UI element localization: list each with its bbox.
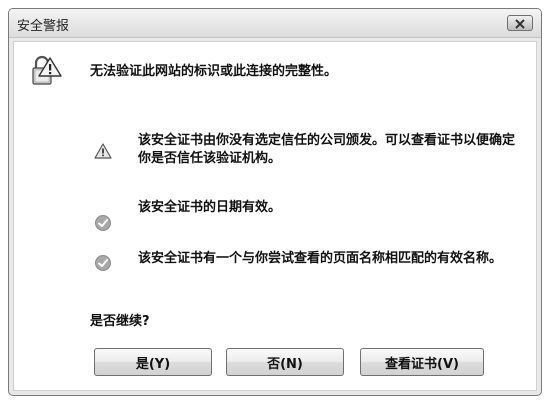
- warning-icon: [94, 142, 112, 160]
- no-button[interactable]: 否(N): [226, 348, 344, 376]
- check-icon: [94, 214, 112, 232]
- window-title: 安全警报: [17, 19, 70, 34]
- yes-button[interactable]: 是(Y): [94, 348, 212, 376]
- view-certificate-button[interactable]: 查看证书(V): [360, 348, 484, 376]
- dialog-content: 无法验证此网站的标识或此连接的完整性。 该安全证书由你没有选定信任的公司颁发。可…: [13, 41, 537, 391]
- untrusted-issuer-message: 该安全证书由你没有选定信任的公司颁发。可以查看证书以便确定你是否信任该验证机构。: [138, 133, 516, 166]
- name-match-message: 该安全证书有一个与你尝试查看的页面名称相匹配的有效名称。: [138, 251, 503, 266]
- close-icon: [514, 14, 526, 33]
- title-bar[interactable]: 安全警报: [9, 9, 541, 38]
- lock-warning-icon: [30, 54, 62, 90]
- continue-question: 是否继续?: [90, 314, 150, 329]
- security-alert-dialog: 安全警报 无法验证此网站的标识或此连接的完整性。 该安全证书由你没有选定信任的公…: [8, 8, 542, 396]
- check-icon: [94, 254, 112, 272]
- close-button[interactable]: [507, 15, 533, 31]
- date-valid-message: 该安全证书的日期有效。: [138, 200, 282, 215]
- dialog-headline: 无法验证此网站的标识或此连接的完整性。: [90, 64, 338, 79]
